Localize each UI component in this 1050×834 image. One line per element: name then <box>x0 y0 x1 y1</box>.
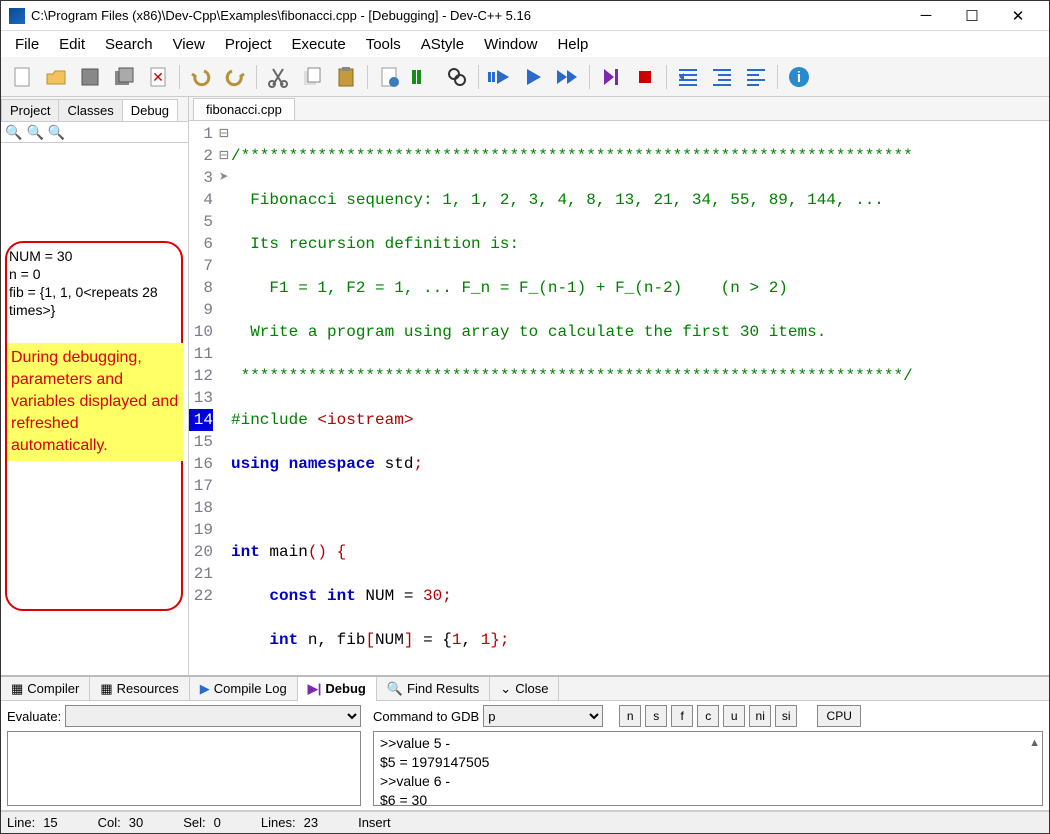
tab-close[interactable]: ⌄Close <box>490 677 559 701</box>
menubar: File Edit Search View Project Execute To… <box>1 31 1049 57</box>
save-all-icon[interactable] <box>109 62 139 92</box>
app-icon <box>9 8 25 24</box>
tab-project[interactable]: Project <box>1 99 59 121</box>
magnify-icon[interactable]: 🔍 <box>26 124 43 141</box>
debug-var[interactable]: NUM = 30 <box>9 247 188 265</box>
bottom-tabs: ▦Compiler ▦Resources ▶Compile Log ▶|Debu… <box>1 675 1049 701</box>
line-gutter: 12345678910111213141516171819202122 <box>189 121 217 675</box>
menu-file[interactable]: File <box>5 34 49 55</box>
debug-skip-icon[interactable] <box>596 62 626 92</box>
tab-find-results[interactable]: 🔍Find Results <box>377 677 490 701</box>
menu-window[interactable]: Window <box>474 34 547 55</box>
gdb-btn-cpu[interactable]: CPU <box>817 705 861 727</box>
tab-debug[interactable]: Debug <box>122 99 178 121</box>
info-icon[interactable]: i <box>784 62 814 92</box>
tab-compiler[interactable]: ▦Compiler <box>1 677 90 701</box>
tab-debug-bottom[interactable]: ▶|Debug <box>298 677 377 701</box>
gdb-btn-n[interactable]: n <box>619 705 641 727</box>
cut-icon[interactable] <box>263 62 293 92</box>
editor-tab[interactable]: fibonacci.cpp <box>193 98 295 120</box>
menu-tools[interactable]: Tools <box>356 34 411 55</box>
menu-project[interactable]: Project <box>215 34 282 55</box>
statusbar: Line:15 Col:30 Sel:0 Lines:23 Insert <box>1 811 1049 833</box>
gdb-btn-u[interactable]: u <box>723 705 745 727</box>
find-icon[interactable] <box>442 62 472 92</box>
magnify2-icon[interactable]: 🔍 <box>48 124 65 141</box>
outdent-icon[interactable] <box>707 62 737 92</box>
tab-resources[interactable]: ▦Resources <box>90 677 189 701</box>
format-icon[interactable] <box>741 62 771 92</box>
compile-icon[interactable] <box>374 62 404 92</box>
menu-help[interactable]: Help <box>547 34 598 55</box>
evaluate-label: Evaluate: <box>7 709 61 724</box>
gdb-output[interactable]: ▲ >>value 5 - $5 = 1979147505 >>value 6 … <box>373 731 1043 806</box>
svg-text:i: i <box>797 69 801 86</box>
run-icon[interactable] <box>408 62 438 92</box>
scroll-up-icon[interactable]: ▲ <box>1029 734 1040 753</box>
fold-column: ⊟⊟➤ <box>217 121 231 675</box>
toolbar: ✕ i <box>1 57 1049 97</box>
titlebar: C:\Program Files (x86)\Dev-Cpp\Examples\… <box>1 1 1049 31</box>
code-area[interactable]: /***************************************… <box>231 121 1049 675</box>
debug-var[interactable]: n = 0 <box>9 265 188 283</box>
debug-fast-icon[interactable] <box>553 62 583 92</box>
new-file-icon[interactable] <box>7 62 37 92</box>
gdb-command-input[interactable]: p <box>483 705 603 727</box>
gdb-btn-s[interactable]: s <box>645 705 667 727</box>
debug-step-icon[interactable] <box>485 62 515 92</box>
window-title: C:\Program Files (x86)\Dev-Cpp\Examples\… <box>31 8 903 23</box>
paste-icon[interactable] <box>331 62 361 92</box>
gdb-btn-si[interactable]: si <box>775 705 797 727</box>
menu-execute[interactable]: Execute <box>282 34 356 55</box>
close-file-icon[interactable]: ✕ <box>143 62 173 92</box>
evaluate-list[interactable] <box>7 731 361 806</box>
menu-search[interactable]: Search <box>95 34 163 55</box>
svg-text:✕: ✕ <box>152 69 164 85</box>
indent-icon[interactable] <box>673 62 703 92</box>
maximize-button[interactable]: ☐ <box>949 2 995 30</box>
menu-edit[interactable]: Edit <box>49 34 95 55</box>
tab-classes[interactable]: Classes <box>58 99 122 121</box>
undo-icon[interactable] <box>186 62 216 92</box>
gdb-btn-f[interactable]: f <box>671 705 693 727</box>
tab-compile-log[interactable]: ▶Compile Log <box>190 677 298 701</box>
copy-icon[interactable] <box>297 62 327 92</box>
debug-variables: NUM = 30 n = 0 fib = {1, 1, 0<repeats 28… <box>9 247 188 319</box>
gdb-command-label: Command to GDB <box>373 709 479 724</box>
annotation-note: During debugging, parameters and variabl… <box>7 343 183 461</box>
magnify-add-icon[interactable]: 🔍 <box>5 124 22 141</box>
gdb-btn-c[interactable]: c <box>697 705 719 727</box>
debug-stop-icon[interactable] <box>630 62 660 92</box>
redo-icon[interactable] <box>220 62 250 92</box>
debug-watch-panel: NUM = 30 n = 0 fib = {1, 1, 0<repeats 28… <box>1 143 188 675</box>
code-editor[interactable]: 12345678910111213141516171819202122 ⊟⊟➤ … <box>189 121 1049 675</box>
debug-bottom-panel: Evaluate: Command to GDB p n s f c u ni … <box>1 701 1049 811</box>
debug-var[interactable]: fib = {1, 1, 0<repeats 28 times>} <box>9 283 188 319</box>
debug-run-icon[interactable] <box>519 62 549 92</box>
open-file-icon[interactable] <box>41 62 71 92</box>
evaluate-input[interactable] <box>65 705 361 727</box>
menu-astyle[interactable]: AStyle <box>411 34 474 55</box>
close-button[interactable]: ✕ <box>995 2 1041 30</box>
menu-view[interactable]: View <box>163 34 215 55</box>
gdb-btn-ni[interactable]: ni <box>749 705 771 727</box>
save-icon[interactable] <box>75 62 105 92</box>
left-panel: Project Classes Debug 🔍 🔍 🔍 NUM = 30 n =… <box>1 97 189 675</box>
minimize-button[interactable]: ─ <box>903 2 949 30</box>
